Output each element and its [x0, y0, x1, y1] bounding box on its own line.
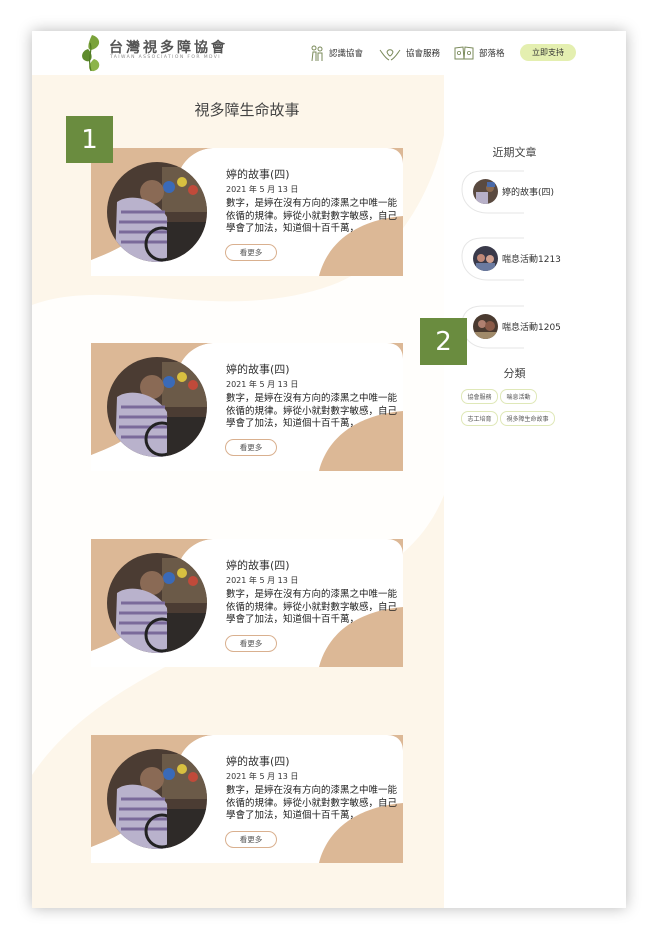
recent-post-title[interactable]: 婷的故事(四) — [502, 185, 554, 198]
read-more-button[interactable]: 看更多 — [225, 635, 277, 652]
post-photo[interactable] — [107, 553, 207, 653]
post-excerpt: 數字，是婷在沒有方向的漆黑之中唯一能依循的規律。婷從小就對數字敏感，自己學會了加… — [226, 198, 398, 234]
category-title: 分類 — [503, 367, 526, 380]
recent-thumb — [473, 314, 498, 339]
annotation-badge-1: 1 — [66, 116, 113, 163]
recent-post-title[interactable]: 喘息活動1205 — [502, 320, 561, 333]
post-date: 2021 年 5 月 13 日 — [226, 185, 299, 194]
post-excerpt: 數字，是婷在沒有方向的漆黑之中唯一能依循的規律。婷從小就對數字敏感，自己學會了加… — [226, 589, 398, 625]
read-more-button[interactable]: 看更多 — [225, 831, 277, 848]
recent-posts-title: 近期文章 — [492, 146, 537, 159]
post-title[interactable]: 婷的故事(四) — [226, 753, 290, 769]
recent-post-item[interactable]: 婷的故事(四) — [460, 169, 570, 215]
post-excerpt: 數字，是婷在沒有方向的漆黑之中唯一能依循的規律。婷從小就對數字敏感，自己學會了加… — [226, 393, 398, 429]
nav-blog-label: 部落格 — [479, 49, 505, 59]
nav-services[interactable]: 協會服務 — [379, 43, 440, 63]
post-title[interactable]: 婷的故事(四) — [226, 557, 290, 573]
people-icon — [311, 45, 323, 62]
post-card[interactable]: 婷的故事(四) 2021 年 5 月 13 日數字，是婷在沒有方向的漆黑之中唯一能… — [91, 148, 403, 276]
logo-title[interactable]: 台灣視多障協會 — [109, 37, 228, 57]
post-photo[interactable] — [107, 162, 207, 262]
hands-icon — [379, 49, 401, 61]
logo-leaf-icon[interactable] — [78, 33, 104, 73]
post-excerpt: 數字，是婷在沒有方向的漆黑之中唯一能依循的規律。婷從小就對數字敏感，自己學會了加… — [226, 785, 398, 821]
post-date: 2021 年 5 月 13 日 — [226, 380, 299, 389]
nav-services-label: 協會服務 — [406, 49, 441, 59]
post-photo[interactable] — [107, 357, 207, 457]
annotation-badge-2: 2 — [420, 318, 467, 365]
support-button[interactable]: 立即支持 — [520, 44, 576, 61]
post-card[interactable]: 婷的故事(四) 2021 年 5 月 13 日數字，是婷在沒有方向的漆黑之中唯一能… — [91, 343, 403, 471]
read-more-button[interactable]: 看更多 — [225, 244, 277, 261]
recent-post-title[interactable]: 喘息活動1213 — [502, 252, 561, 265]
post-title[interactable]: 婷的故事(四) — [226, 361, 290, 377]
recent-post-item[interactable]: 喘息活動1213 — [460, 236, 570, 282]
nav-blog[interactable]: 部落格 — [454, 43, 505, 63]
post-date: 2021 年 5 月 13 日 — [226, 576, 299, 585]
post-date: 2021 年 5 月 13 日 — [226, 772, 299, 781]
category-tag[interactable]: 視多障生命故事 — [500, 411, 555, 426]
book-icon — [454, 46, 474, 60]
post-card[interactable]: 婷的故事(四) 2021 年 5 月 13 日數字，是婷在沒有方向的漆黑之中唯一能… — [91, 735, 403, 863]
nav-about[interactable]: 認識協會 — [310, 43, 363, 63]
recent-post-item[interactable]: 喘息活動1205 — [460, 304, 570, 350]
site-header: 台灣視多障協會 TAIWAN ASSOCIATION FOR MDVI 認識協會… — [32, 31, 626, 75]
nav-about-label: 認識協會 — [329, 49, 364, 59]
recent-thumb — [473, 179, 498, 204]
page-frame: 台灣視多障協會 TAIWAN ASSOCIATION FOR MDVI 認識協會… — [32, 31, 626, 908]
category-tag[interactable]: 協會服務 — [461, 389, 498, 404]
post-photo[interactable] — [107, 749, 207, 849]
read-more-button[interactable]: 看更多 — [225, 439, 277, 456]
logo-subtitle: TAIWAN ASSOCIATION FOR MDVI — [110, 55, 221, 60]
category-tag[interactable]: 喘息活動 — [500, 389, 537, 404]
post-title[interactable]: 婷的故事(四) — [226, 166, 290, 182]
category-tag[interactable]: 志工培育 — [461, 411, 498, 426]
recent-thumb — [473, 246, 498, 271]
post-card[interactable]: 婷的故事(四) 2021 年 5 月 13 日數字，是婷在沒有方向的漆黑之中唯一能… — [91, 539, 403, 667]
